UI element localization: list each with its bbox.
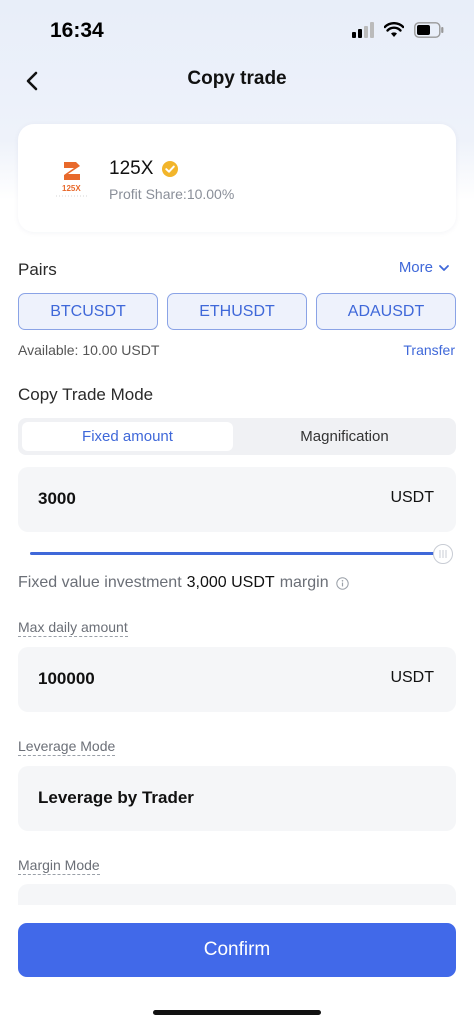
fixed-amount-value: 3000 (38, 489, 76, 508)
margin-mode-label[interactable]: Margin Mode (18, 857, 100, 875)
status-bar: 16:34 (0, 0, 474, 62)
info-icon[interactable] (335, 576, 349, 590)
pair-button-adausdt[interactable]: ADAUSDT (316, 293, 456, 330)
leverage-mode-select[interactable]: Leverage by Trader (18, 766, 456, 831)
status-icons (352, 22, 444, 38)
trader-name-text: 125X (109, 158, 154, 179)
cellular-signal-icon (352, 22, 374, 38)
amount-slider-track[interactable] (30, 552, 440, 555)
max-daily-amount-label[interactable]: Max daily amount (18, 619, 128, 637)
battery-icon (414, 22, 444, 38)
pair-button-btcusdt[interactable]: BTCUSDT (18, 293, 158, 330)
scroll-fade (0, 905, 474, 923)
mode-option-fixed-amount[interactable]: Fixed amount (22, 422, 233, 451)
fixed-info-amount: 3,000 USDT (186, 574, 275, 591)
wifi-icon (384, 22, 404, 37)
slider-grip-icon (439, 550, 447, 558)
profit-share: Profit Share:10.00% (109, 186, 235, 202)
pairs-label: Pairs (18, 260, 57, 279)
max-daily-amount-input[interactable]: 100000 USDT (18, 647, 456, 712)
mode-option-magnification[interactable]: Magnification (237, 422, 452, 451)
available-balance: Available: 10.00 USDT (18, 342, 160, 358)
copy-trade-mode-label: Copy Trade Mode (18, 385, 154, 404)
fixed-investment-info: Fixed value investment 3,000 USDT margin (18, 574, 349, 592)
transfer-link[interactable]: Transfer (403, 342, 455, 358)
verified-badge-icon (162, 161, 179, 177)
fixed-info-prefix: Fixed value investment (18, 574, 182, 591)
status-time: 16:34 (50, 19, 104, 42)
confirm-button[interactable]: Confirm (18, 923, 456, 977)
fixed-info-suffix: margin (279, 574, 329, 591)
trader-logo: 125X (54, 160, 90, 198)
fixed-amount-unit: USDT (390, 489, 434, 506)
max-daily-amount-value: 100000 (38, 669, 95, 688)
leverage-mode-label[interactable]: Leverage Mode (18, 738, 116, 756)
max-daily-amount-unit: USDT (390, 669, 434, 686)
home-indicator[interactable] (153, 1010, 321, 1015)
page-title: Copy trade (187, 68, 287, 89)
chevron-down-icon (439, 264, 449, 271)
trader-name: 125X (109, 158, 179, 180)
copy-mode-toggle: Fixed amount Magnification (18, 418, 456, 455)
svg-text:125X: 125X (62, 184, 81, 193)
fixed-amount-input[interactable]: 3000 USDT (18, 467, 456, 532)
more-pairs-button[interactable]: More (399, 259, 450, 276)
more-label: More (398, 259, 433, 276)
pair-button-ethusdt[interactable]: ETHUSDT (167, 293, 307, 330)
amount-slider-thumb[interactable] (433, 544, 453, 564)
trader-card[interactable]: 125X 125X Profit Share:10.00% (18, 124, 456, 232)
leverage-mode-value: Leverage by Trader (38, 788, 194, 807)
nav-bar: Copy trade (0, 58, 474, 102)
